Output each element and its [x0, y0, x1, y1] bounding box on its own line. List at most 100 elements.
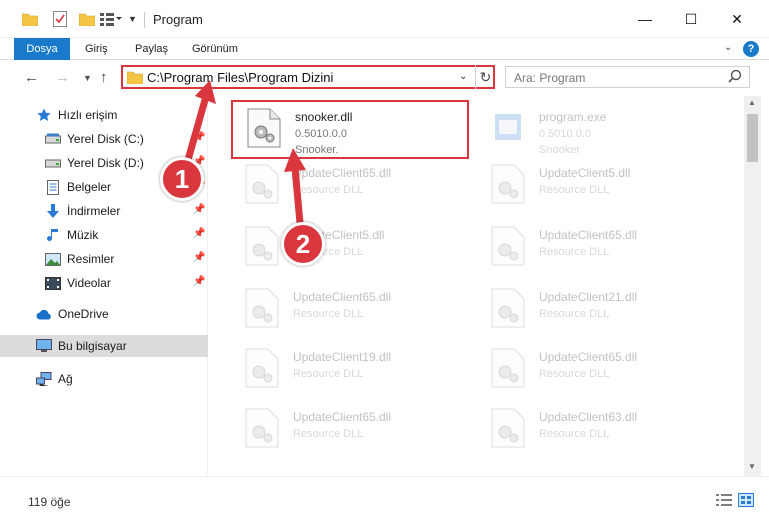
- ribbon: Dosya Giriş Paylaş Görünüm ⌄ ?: [0, 38, 769, 60]
- sidebar-item-this-pc[interactable]: Bu bilgisayar: [0, 335, 208, 357]
- title-separator: [144, 12, 145, 28]
- file-name: UpdateClient65.dll: [539, 350, 638, 364]
- sidebar-item-downloads[interactable]: İndirmeler 📌: [0, 200, 208, 222]
- up-arrow-icon[interactable]: ↑: [100, 69, 108, 86]
- file-tile[interactable]: UpdateClient21.dll Resource DLL: [477, 282, 707, 338]
- scroll-thumb[interactable]: [747, 114, 758, 162]
- properties-check-icon[interactable]: [53, 10, 67, 28]
- file-description: Snooker: [539, 144, 580, 156]
- address-path[interactable]: C:\Program Files\Program Dizini: [147, 70, 333, 85]
- tab-view[interactable]: Görünüm: [192, 38, 238, 60]
- item-count: 119 öğe: [28, 495, 71, 509]
- minimize-button[interactable]: —: [622, 4, 668, 34]
- tab-share[interactable]: Paylaş: [135, 38, 168, 60]
- tab-file[interactable]: Dosya: [14, 38, 70, 60]
- file-description: Resource DLL: [539, 308, 610, 320]
- dll-file-icon: [491, 164, 527, 204]
- sidebar-item-label: Videolar: [67, 276, 111, 290]
- file-name: UpdateClient65.dll: [293, 166, 392, 180]
- file-description: Snooker.: [295, 144, 339, 156]
- address-bar[interactable]: C:\Program Files\Program Dizini ⌄ ↻: [121, 65, 495, 89]
- file-description: Resource DLL: [293, 308, 364, 320]
- search-icon: [728, 69, 742, 86]
- dll-file-icon: [245, 226, 281, 266]
- expand-ribbon-icon[interactable]: ⌄: [724, 42, 732, 53]
- search-input[interactable]: Ara: Program: [514, 71, 585, 85]
- sidebar-item-music[interactable]: Müzik 📌: [0, 224, 208, 246]
- address-dropdown-icon[interactable]: ⌄: [459, 71, 467, 82]
- dll-file-icon: [245, 408, 281, 448]
- cloud-icon: [36, 306, 52, 322]
- drive-icon: [45, 131, 61, 147]
- file-description: Resource DLL: [293, 184, 364, 196]
- file-version: 0.5010.0.0: [295, 128, 347, 140]
- file-tile[interactable]: UpdateClient65.dll Resource DLL: [477, 342, 707, 398]
- sidebar-item-pictures[interactable]: Resimler 📌: [0, 248, 208, 270]
- vertical-scrollbar[interactable]: ▲ ▼: [744, 96, 761, 476]
- refresh-icon[interactable]: ↻: [475, 65, 495, 89]
- file-version: 0.5010.0.0: [539, 128, 591, 140]
- close-button[interactable]: ✕: [714, 4, 760, 34]
- file-name: program.exe: [539, 110, 607, 124]
- file-tile[interactable]: UpdateClient65.dll Resource DLL: [231, 158, 461, 214]
- recent-locations-icon[interactable]: ▼: [83, 73, 92, 83]
- file-name: UpdateClient19.dll: [293, 350, 392, 364]
- forward-arrow-icon[interactable]: →: [55, 69, 70, 86]
- large-icons-view-icon[interactable]: [738, 493, 754, 510]
- pin-icon[interactable]: 📌: [193, 276, 205, 287]
- sidebar-item-onedrive[interactable]: OneDrive: [0, 303, 208, 325]
- file-tile[interactable]: UpdateClient65.dll Resource DLL: [477, 220, 707, 276]
- step-1-badge: 1: [160, 157, 204, 201]
- sidebar-item-label: Resimler: [67, 252, 115, 266]
- sidebar-item-label: Belgeler: [67, 180, 112, 194]
- pin-icon[interactable]: 📌: [193, 228, 205, 239]
- dll-file-icon: [491, 226, 527, 266]
- pin-icon[interactable]: 📌: [193, 252, 205, 263]
- status-bar: 119 öğe: [0, 476, 769, 532]
- sidebar-item-label: OneDrive: [58, 307, 109, 321]
- sidebar-item-local-disk-c[interactable]: Yerel Disk (C:) 📌: [0, 128, 208, 150]
- file-name: UpdateClient65.dll: [293, 410, 392, 424]
- sidebar-item-label: Hızlı erişim: [58, 108, 118, 122]
- customize-icon[interactable]: [100, 10, 122, 28]
- scroll-down-icon[interactable]: ▼: [748, 462, 756, 471]
- pin-icon[interactable]: 📌: [193, 132, 205, 143]
- file-description: Resource DLL: [539, 428, 610, 440]
- sidebar-item-videos[interactable]: Videolar 📌: [0, 272, 208, 294]
- file-tile[interactable]: UpdateClient19.dll Resource DLL: [231, 342, 461, 398]
- navigation-bar: ← → ▼ ↑ C:\Program Files\Program Dizini …: [0, 61, 769, 95]
- documents-icon: [45, 179, 61, 195]
- file-tile[interactable]: UpdateClient63.dll Resource DLL: [477, 402, 707, 458]
- pin-icon[interactable]: 📌: [193, 204, 205, 215]
- file-tile-snooker-dll[interactable]: snooker.dll 0.5010.0.0 Snooker.: [231, 100, 469, 159]
- help-button[interactable]: ?: [743, 41, 759, 57]
- back-arrow-icon[interactable]: ←: [24, 69, 39, 86]
- network-icon: [36, 371, 52, 387]
- file-tile[interactable]: UpdateClient65.dll Resource DLL: [231, 282, 461, 338]
- search-box[interactable]: Ara: Program: [505, 66, 750, 88]
- sidebar-item-network[interactable]: Ağ: [0, 368, 208, 390]
- dll-file-icon: [491, 288, 527, 328]
- sidebar-item-label: Yerel Disk (C:): [67, 132, 144, 146]
- sidebar-item-quick-access[interactable]: Hızlı erişim: [0, 104, 208, 126]
- sidebar-item-label: İndirmeler: [67, 204, 121, 218]
- file-tile[interactable]: UpdateClient65.dll Resource DLL: [231, 402, 461, 458]
- new-folder-icon[interactable]: [79, 10, 95, 28]
- file-tile-program-exe[interactable]: program.exe 0.5010.0.0 Snooker: [477, 102, 707, 158]
- title-bar: ▼ Program — ☐ ✕: [0, 0, 769, 38]
- videos-icon: [45, 275, 61, 291]
- scroll-up-icon[interactable]: ▲: [748, 98, 756, 107]
- tab-home[interactable]: Giriş: [85, 38, 108, 60]
- file-tile[interactable]: UpdateClient5.dll Resource DLL: [231, 220, 461, 276]
- quick-access-dropdown-icon[interactable]: ▼: [128, 10, 137, 28]
- file-name: snooker.dll: [295, 110, 353, 124]
- dll-file-icon: [245, 288, 281, 328]
- maximize-button[interactable]: ☐: [668, 4, 714, 34]
- file-tile[interactable]: UpdateClient5.dll Resource DLL: [477, 158, 707, 214]
- folder-icon[interactable]: [22, 10, 38, 28]
- folder-icon: [126, 70, 144, 87]
- file-name: UpdateClient5.dll: [539, 166, 631, 180]
- dll-file-icon: [491, 348, 527, 388]
- details-view-icon[interactable]: [716, 493, 732, 510]
- file-name: UpdateClient65.dll: [293, 290, 392, 304]
